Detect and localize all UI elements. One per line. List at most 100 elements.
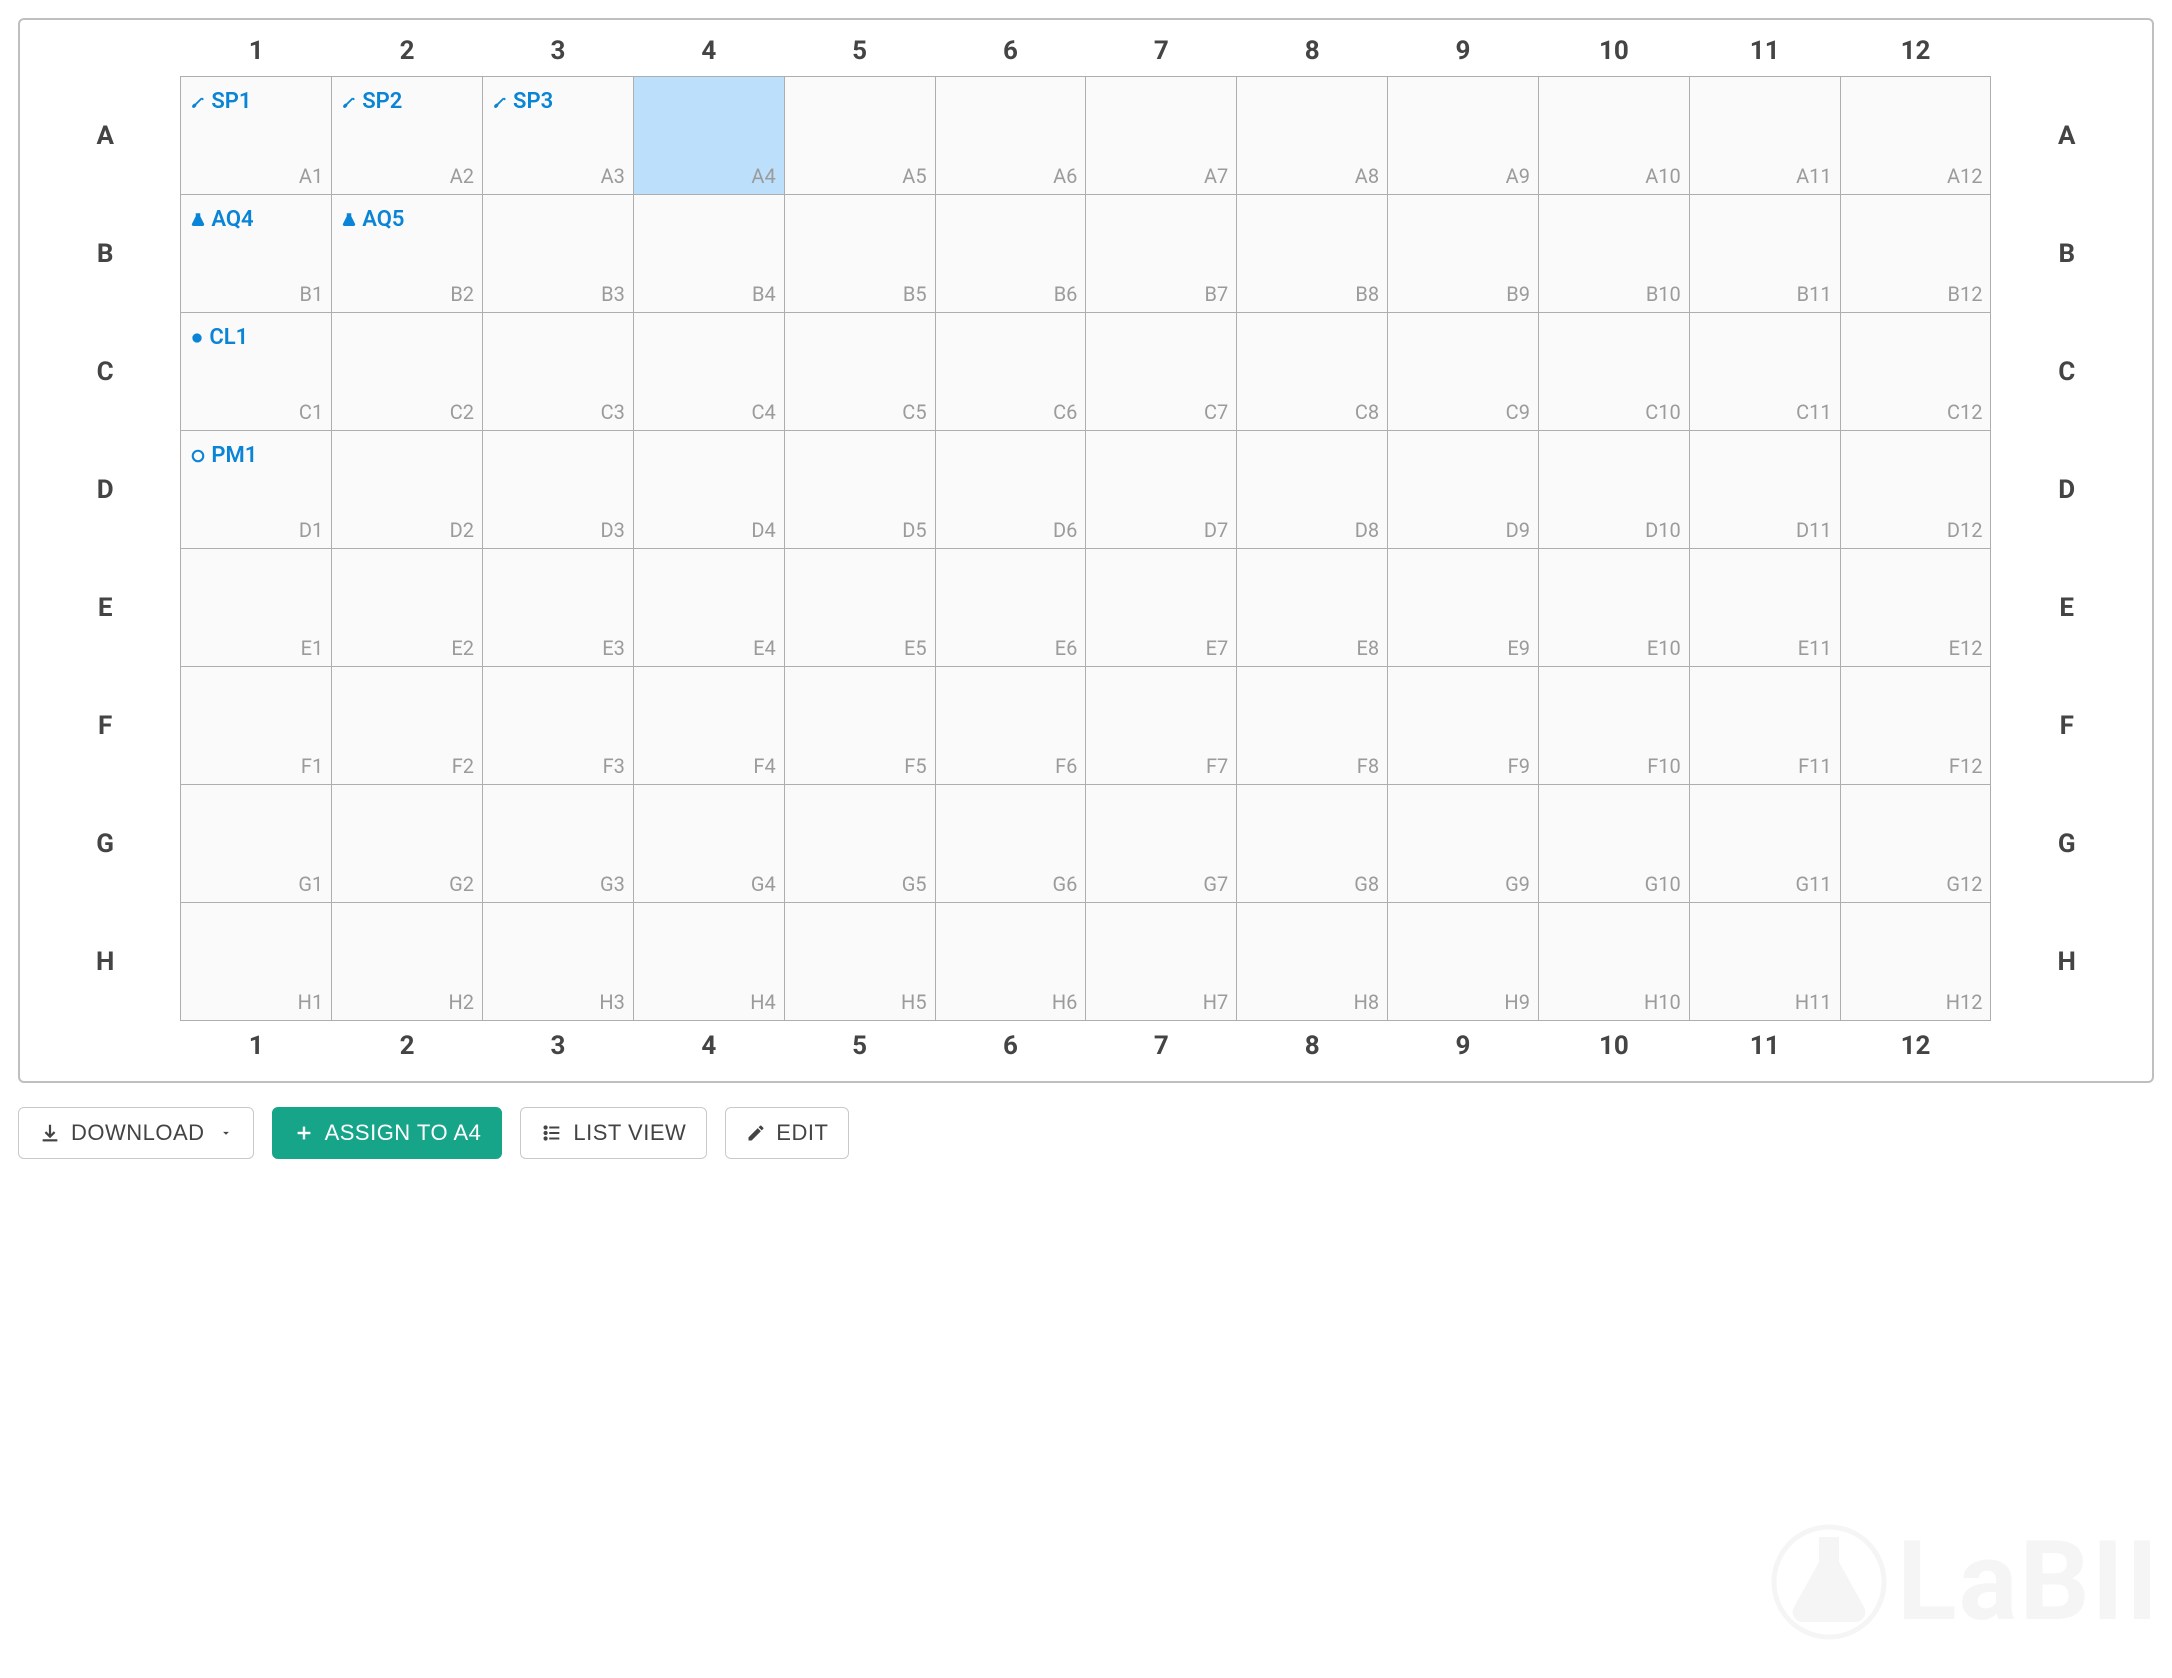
well-F8[interactable]: F8 bbox=[1237, 667, 1388, 785]
well-H5[interactable]: H5 bbox=[784, 903, 935, 1021]
well-A3[interactable]: SP3A3 bbox=[483, 77, 634, 195]
well-F12[interactable]: F12 bbox=[1840, 667, 1991, 785]
download-button[interactable]: DOWNLOAD bbox=[18, 1107, 254, 1159]
well-D1[interactable]: PM1D1 bbox=[181, 431, 332, 549]
well-F4[interactable]: F4 bbox=[633, 667, 784, 785]
well-C1[interactable]: CL1C1 bbox=[181, 313, 332, 431]
well-H2[interactable]: H2 bbox=[332, 903, 483, 1021]
well-D2[interactable]: D2 bbox=[332, 431, 483, 549]
well-A6[interactable]: A6 bbox=[935, 77, 1086, 195]
well-E2[interactable]: E2 bbox=[332, 549, 483, 667]
well-E10[interactable]: E10 bbox=[1538, 549, 1689, 667]
well-E7[interactable]: E7 bbox=[1086, 549, 1237, 667]
well-F7[interactable]: F7 bbox=[1086, 667, 1237, 785]
well-E6[interactable]: E6 bbox=[935, 549, 1086, 667]
edit-button[interactable]: EDIT bbox=[725, 1107, 849, 1159]
well-D3[interactable]: D3 bbox=[483, 431, 634, 549]
well-F6[interactable]: F6 bbox=[935, 667, 1086, 785]
well-H11[interactable]: H11 bbox=[1689, 903, 1840, 1021]
well-E12[interactable]: E12 bbox=[1840, 549, 1991, 667]
well-A10[interactable]: A10 bbox=[1538, 77, 1689, 195]
well-H10[interactable]: H10 bbox=[1538, 903, 1689, 1021]
well-E4[interactable]: E4 bbox=[633, 549, 784, 667]
well-H7[interactable]: H7 bbox=[1086, 903, 1237, 1021]
well-G12[interactable]: G12 bbox=[1840, 785, 1991, 903]
well-E3[interactable]: E3 bbox=[483, 549, 634, 667]
well-G3[interactable]: G3 bbox=[483, 785, 634, 903]
well-G9[interactable]: G9 bbox=[1388, 785, 1539, 903]
well-C2[interactable]: C2 bbox=[332, 313, 483, 431]
well-C8[interactable]: C8 bbox=[1237, 313, 1388, 431]
well-C12[interactable]: C12 bbox=[1840, 313, 1991, 431]
well-H3[interactable]: H3 bbox=[483, 903, 634, 1021]
well-D7[interactable]: D7 bbox=[1086, 431, 1237, 549]
well-C10[interactable]: C10 bbox=[1538, 313, 1689, 431]
well-B1[interactable]: AQ4B1 bbox=[181, 195, 332, 313]
well-D12[interactable]: D12 bbox=[1840, 431, 1991, 549]
well-F1[interactable]: F1 bbox=[181, 667, 332, 785]
well-C7[interactable]: C7 bbox=[1086, 313, 1237, 431]
list-view-button[interactable]: LIST VIEW bbox=[520, 1107, 707, 1159]
well-C6[interactable]: C6 bbox=[935, 313, 1086, 431]
well-E8[interactable]: E8 bbox=[1237, 549, 1388, 667]
well-C5[interactable]: C5 bbox=[784, 313, 935, 431]
well-A1[interactable]: SP1A1 bbox=[181, 77, 332, 195]
assign-button[interactable]: ASSIGN TO A4 bbox=[272, 1107, 503, 1159]
well-B4[interactable]: B4 bbox=[633, 195, 784, 313]
well-F2[interactable]: F2 bbox=[332, 667, 483, 785]
well-G2[interactable]: G2 bbox=[332, 785, 483, 903]
well-H9[interactable]: H9 bbox=[1388, 903, 1539, 1021]
well-F11[interactable]: F11 bbox=[1689, 667, 1840, 785]
well-F9[interactable]: F9 bbox=[1388, 667, 1539, 785]
well-D6[interactable]: D6 bbox=[935, 431, 1086, 549]
well-G8[interactable]: G8 bbox=[1237, 785, 1388, 903]
well-B2[interactable]: AQ5B2 bbox=[332, 195, 483, 313]
well-E9[interactable]: E9 bbox=[1388, 549, 1539, 667]
well-G11[interactable]: G11 bbox=[1689, 785, 1840, 903]
well-B7[interactable]: B7 bbox=[1086, 195, 1237, 313]
well-D8[interactable]: D8 bbox=[1237, 431, 1388, 549]
well-E5[interactable]: E5 bbox=[784, 549, 935, 667]
well-G4[interactable]: G4 bbox=[633, 785, 784, 903]
well-H6[interactable]: H6 bbox=[935, 903, 1086, 1021]
well-H12[interactable]: H12 bbox=[1840, 903, 1991, 1021]
well-G7[interactable]: G7 bbox=[1086, 785, 1237, 903]
well-B8[interactable]: B8 bbox=[1237, 195, 1388, 313]
well-G6[interactable]: G6 bbox=[935, 785, 1086, 903]
well-A9[interactable]: A9 bbox=[1388, 77, 1539, 195]
well-A7[interactable]: A7 bbox=[1086, 77, 1237, 195]
well-E1[interactable]: E1 bbox=[181, 549, 332, 667]
well-D4[interactable]: D4 bbox=[633, 431, 784, 549]
well-D10[interactable]: D10 bbox=[1538, 431, 1689, 549]
well-H1[interactable]: H1 bbox=[181, 903, 332, 1021]
well-B6[interactable]: B6 bbox=[935, 195, 1086, 313]
well-C4[interactable]: C4 bbox=[633, 313, 784, 431]
well-A8[interactable]: A8 bbox=[1237, 77, 1388, 195]
well-F3[interactable]: F3 bbox=[483, 667, 634, 785]
well-B10[interactable]: B10 bbox=[1538, 195, 1689, 313]
well-A11[interactable]: A11 bbox=[1689, 77, 1840, 195]
well-C11[interactable]: C11 bbox=[1689, 313, 1840, 431]
well-C3[interactable]: C3 bbox=[483, 313, 634, 431]
well-D9[interactable]: D9 bbox=[1388, 431, 1539, 549]
well-G10[interactable]: G10 bbox=[1538, 785, 1689, 903]
well-G1[interactable]: G1 bbox=[181, 785, 332, 903]
well-B5[interactable]: B5 bbox=[784, 195, 935, 313]
well-F5[interactable]: F5 bbox=[784, 667, 935, 785]
well-D11[interactable]: D11 bbox=[1689, 431, 1840, 549]
well-B11[interactable]: B11 bbox=[1689, 195, 1840, 313]
well-B9[interactable]: B9 bbox=[1388, 195, 1539, 313]
well-A12[interactable]: A12 bbox=[1840, 77, 1991, 195]
well-A5[interactable]: A5 bbox=[784, 77, 935, 195]
well-C9[interactable]: C9 bbox=[1388, 313, 1539, 431]
well-H4[interactable]: H4 bbox=[633, 903, 784, 1021]
well-G5[interactable]: G5 bbox=[784, 785, 935, 903]
well-F10[interactable]: F10 bbox=[1538, 667, 1689, 785]
well-A4[interactable]: A4 bbox=[633, 77, 784, 195]
well-B3[interactable]: B3 bbox=[483, 195, 634, 313]
well-D5[interactable]: D5 bbox=[784, 431, 935, 549]
well-H8[interactable]: H8 bbox=[1237, 903, 1388, 1021]
well-E11[interactable]: E11 bbox=[1689, 549, 1840, 667]
well-A2[interactable]: SP2A2 bbox=[332, 77, 483, 195]
well-B12[interactable]: B12 bbox=[1840, 195, 1991, 313]
